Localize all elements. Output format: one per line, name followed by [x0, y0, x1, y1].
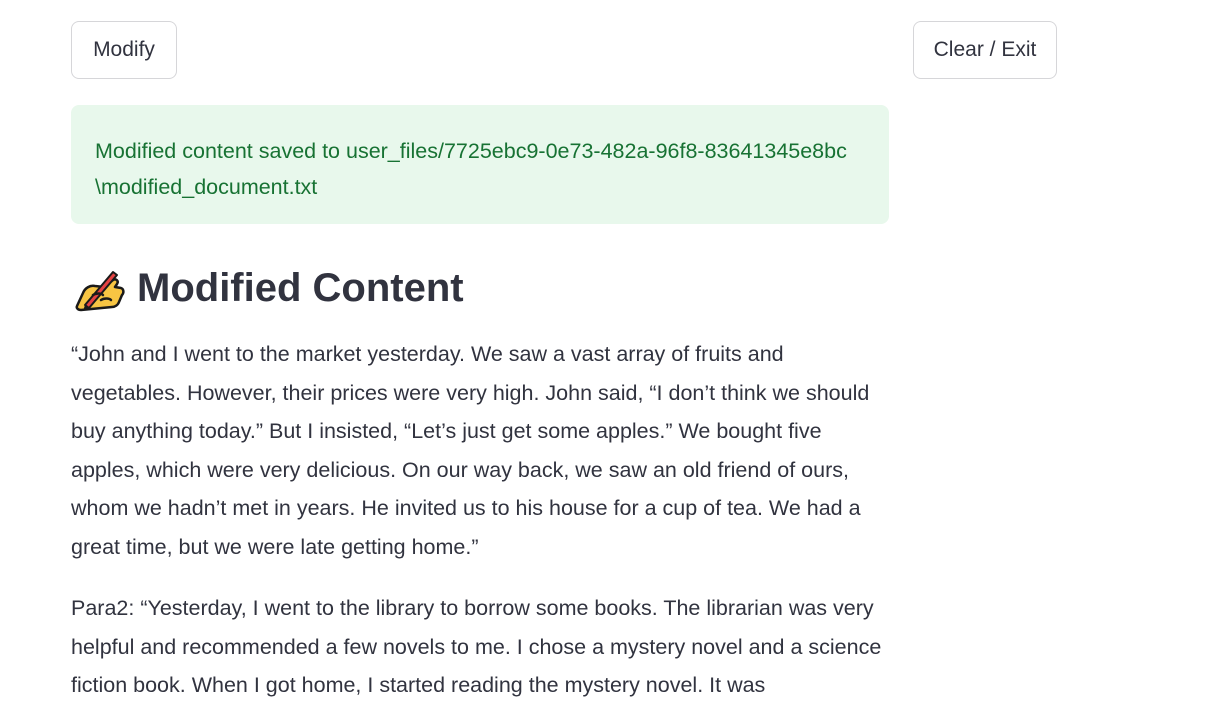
- writing-hand-icon: [71, 262, 127, 314]
- page-title-text: Modified Content: [137, 265, 464, 310]
- success-alert: Modified content saved to user_files/772…: [71, 105, 889, 224]
- content-paragraph: Para2: “Yesterday, I went to the library…: [71, 596, 882, 697]
- content-paragraph: “John and I went to the market yesterday…: [71, 342, 870, 559]
- page-title: Modified Content: [71, 258, 464, 318]
- modify-button[interactable]: Modify: [71, 21, 177, 79]
- clear-exit-button[interactable]: Clear / Exit: [913, 21, 1057, 79]
- success-alert-message: Modified content saved to user_files/772…: [95, 139, 847, 199]
